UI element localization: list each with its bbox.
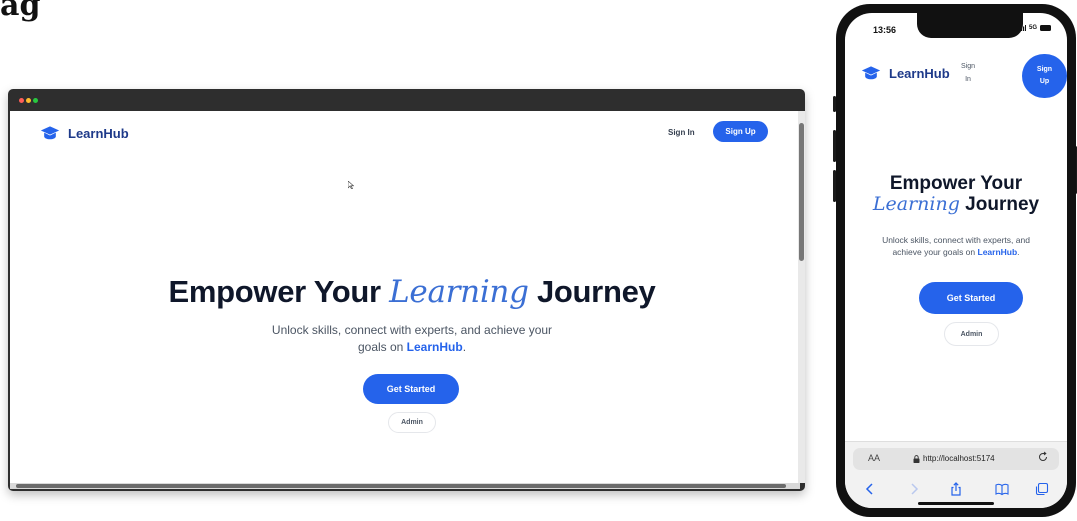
- network-label: 5G: [1029, 25, 1038, 31]
- sign-up-line1: Sign: [1036, 66, 1053, 73]
- mouse-cursor-icon: [348, 181, 354, 189]
- mobile-hero-title-rest: Journey: [959, 194, 1040, 215]
- phone-mute-switch: [833, 96, 836, 112]
- desktop-viewport: LearnHub Sign In Sign Up Empower Your Le…: [10, 111, 798, 483]
- mobile-subtitle-line2: achieve your goals on: [892, 246, 978, 257]
- sign-in-line2: In: [965, 76, 971, 83]
- window-titlebar: [8, 89, 805, 111]
- mobile-subtitle-line1: Unlock skills, connect with experts, and: [882, 235, 1030, 245]
- close-window-icon[interactable]: [19, 98, 24, 103]
- bookmarks-icon[interactable]: [995, 482, 1009, 496]
- reload-icon[interactable]: [1037, 451, 1049, 463]
- brand-name: LearnHub: [889, 65, 950, 81]
- url-display[interactable]: http://localhost:5174: [913, 454, 995, 463]
- mobile-hero-title-accent: Learning: [872, 193, 960, 215]
- vertical-scrollbar[interactable]: [798, 111, 805, 483]
- hero-title: Empower Your Learning Journey: [10, 274, 798, 310]
- mobile-admin-button[interactable]: Admin: [944, 322, 999, 346]
- sign-in-line1: Sign: [960, 63, 975, 70]
- maximize-window-icon[interactable]: [33, 98, 38, 103]
- hero-subtitle-brand: LearnHub: [406, 340, 463, 354]
- hero-title-part2: Journey: [528, 274, 656, 309]
- get-started-button[interactable]: Get Started: [363, 374, 459, 404]
- phone-screen: 13:56 5G LearnHub Sign In Sign Up Empowe…: [845, 13, 1067, 508]
- hero-subtitle: Unlock skills, connect with experts, and…: [10, 322, 798, 356]
- signal-icon: [1019, 25, 1026, 31]
- mobile-hero-title-line1: Empower Your: [889, 173, 1023, 194]
- phone-volume-down: [833, 170, 836, 202]
- hero-subtitle-suffix: .: [462, 340, 467, 354]
- address-bar[interactable]: AA http://localhost:5174: [853, 448, 1059, 470]
- mobile-hero-title: Empower Your Learning Journey: [845, 173, 1067, 215]
- home-indicator[interactable]: [918, 502, 994, 505]
- phone-notch: [917, 13, 1023, 38]
- mobile-hero-subtitle: Unlock skills, connect with experts, and…: [845, 235, 1067, 258]
- hero-subtitle-line1: Unlock skills, connect with experts, and…: [271, 323, 553, 337]
- graduation-cap-icon: [861, 66, 881, 80]
- graduation-cap-icon: [40, 126, 60, 140]
- mobile-logo[interactable]: LearnHub: [861, 65, 950, 81]
- mobile-get-started-button[interactable]: Get Started: [919, 282, 1023, 314]
- status-time: 13:56: [873, 25, 897, 35]
- desktop-browser-window: LearnHub Sign In Sign Up Empower Your Le…: [8, 89, 805, 491]
- lock-icon: [913, 454, 920, 463]
- back-icon[interactable]: [863, 482, 877, 496]
- desktop-logo[interactable]: LearnHub: [40, 125, 129, 141]
- status-indicators: 5G: [1019, 25, 1052, 31]
- horizontal-scrollbar[interactable]: [10, 483, 800, 489]
- sign-in-link[interactable]: Sign In: [668, 128, 695, 137]
- hero-title-accent: Learning: [389, 274, 529, 310]
- mobile-browser-toolbar: AA http://localhost:5174: [845, 441, 1067, 508]
- hero-subtitle-line2: goals on: [357, 340, 407, 354]
- vertical-scroll-thumb[interactable]: [799, 123, 804, 261]
- share-icon[interactable]: [949, 482, 963, 496]
- brand-name: LearnHub: [68, 125, 129, 141]
- mobile-sign-in-link[interactable]: Sign In: [956, 60, 980, 86]
- mobile-sign-up-button[interactable]: Sign Up: [1022, 54, 1067, 98]
- horizontal-scroll-thumb[interactable]: [16, 484, 786, 488]
- mobile-subtitle-suffix: .: [1017, 246, 1020, 257]
- phone-mockup: 13:56 5G LearnHub Sign In Sign Up Empowe…: [833, 4, 1077, 517]
- phone-volume-up: [833, 130, 836, 162]
- mobile-subtitle-brand: LearnHub: [977, 246, 1018, 257]
- url-text: http://localhost:5174: [923, 454, 995, 463]
- battery-icon: [1040, 25, 1052, 31]
- cut-off-heading: ag: [0, 0, 41, 23]
- forward-icon[interactable]: [907, 482, 921, 496]
- tabs-icon[interactable]: [1035, 482, 1049, 496]
- sign-up-button[interactable]: Sign Up: [713, 121, 768, 142]
- hero-title-part1: Empower Your: [168, 274, 390, 309]
- text-size-button[interactable]: AA: [868, 453, 880, 463]
- sign-up-line2: Up: [1039, 78, 1050, 85]
- minimize-window-icon[interactable]: [26, 98, 31, 103]
- admin-button[interactable]: Admin: [388, 412, 436, 433]
